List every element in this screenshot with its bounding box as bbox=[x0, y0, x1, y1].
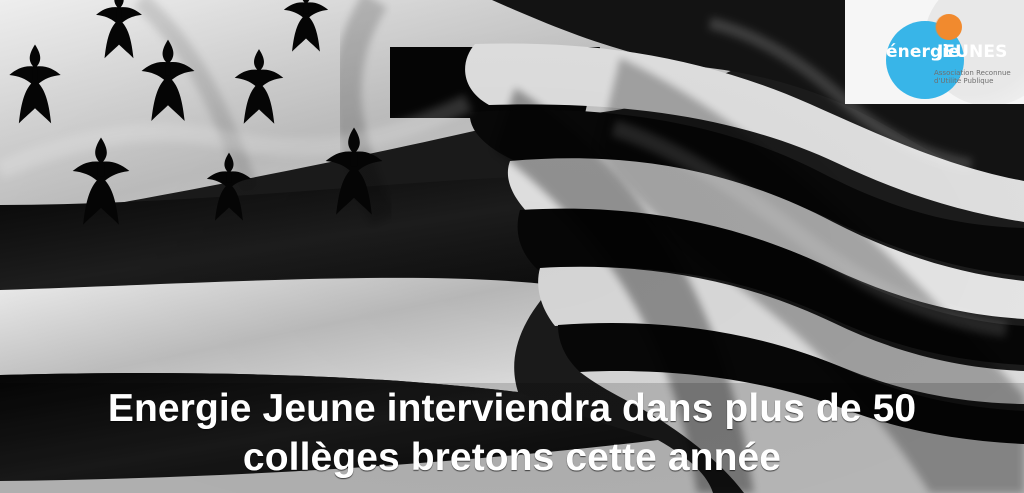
logo-tagline: Association Reconnue d'Utilité Publique bbox=[934, 69, 1011, 85]
hero-headline: Energie Jeune interviendra dans plus de … bbox=[107, 387, 917, 479]
logo-word-jeunes: JEUNES bbox=[937, 42, 1008, 62]
energie-jeunes-logo: énergie JEUNES Association Reconnue d'Ut… bbox=[845, 0, 1024, 104]
news-hero: énergie JEUNES Association Reconnue d'Ut… bbox=[0, 0, 1024, 493]
